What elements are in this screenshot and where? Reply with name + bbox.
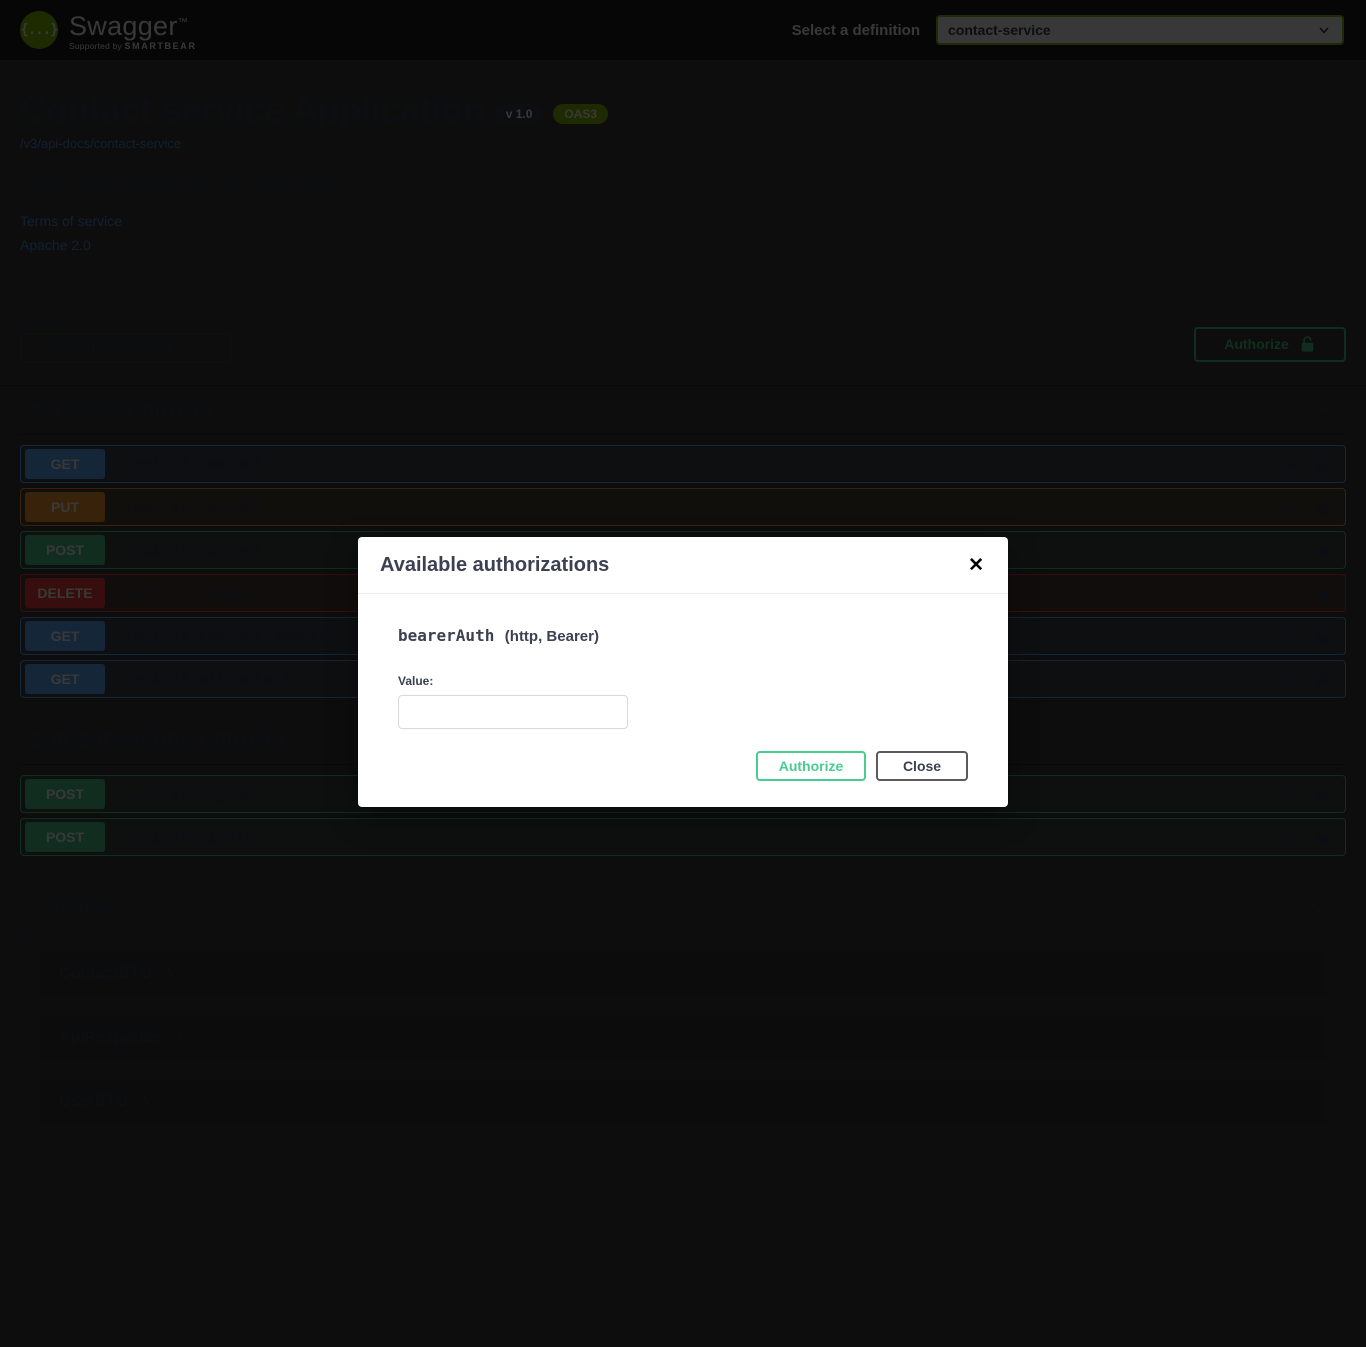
chevron-up-icon[interactable] <box>1303 897 1325 919</box>
schema-name: UserDTO <box>59 1092 129 1110</box>
schemas-header[interactable]: Schemas <box>21 885 1345 932</box>
api-info: Contact service Application v 1.0 OAS3 /… <box>0 60 1366 253</box>
tag-header[interactable]: contact-controller <box>20 386 1346 435</box>
page-title: Contact service Application <box>20 89 485 130</box>
value-label: Value: <box>398 674 434 688</box>
topbar: {...} Swagger™ Supported by SMARTBEAR Se… <box>0 0 1366 60</box>
logo-title: Swagger™ <box>69 11 188 41</box>
http-method-badge: POST <box>25 778 105 809</box>
oas-badge: OAS3 <box>553 103 609 124</box>
unlocked-padlock-icon[interactable] <box>1315 498 1331 516</box>
operation-path: /api/v1/signUp <box>123 784 254 804</box>
unlocked-padlock-icon[interactable] <box>1315 828 1331 846</box>
operation-path: /api/v1/contact <box>123 540 263 560</box>
chevron-down-icon <box>1316 22 1332 38</box>
schemas-title: Schemas <box>41 898 112 916</box>
chevron-down-icon[interactable] <box>1281 497 1301 517</box>
scheme-name: bearerAuth <box>398 626 495 645</box>
close-icon[interactable]: ✕ <box>966 556 986 575</box>
security-scheme-heading: bearerAuth (http, Bearer) <box>398 626 968 646</box>
chevron-right-icon[interactable] <box>172 1031 186 1045</box>
schema-item-contactdto[interactable]: ContactDTO <box>41 951 1325 996</box>
unlocked-padlock-icon[interactable] <box>1315 541 1331 559</box>
unlocked-padlock-icon[interactable] <box>1315 670 1331 688</box>
schema-item-apiresponse[interactable]: ApiResponse <box>41 1015 1325 1060</box>
tag-name: contact-controller <box>30 395 215 423</box>
schema-name: ContactDTO <box>59 964 153 982</box>
http-method-badge: GET <box>25 663 105 694</box>
unlocked-padlock-icon[interactable] <box>1315 455 1331 473</box>
schema-name: ApiResponse <box>59 1028 162 1046</box>
definition-select-value: contact-service <box>948 22 1051 38</box>
chevron-up-icon[interactable] <box>1314 729 1336 751</box>
chevron-down-icon[interactable] <box>1281 669 1301 689</box>
chevron-down-icon[interactable] <box>1281 827 1301 847</box>
schemas-section: Schemas ContactDTO ApiResponse UserDTO <box>20 883 1346 1145</box>
bearer-value-input[interactable] <box>398 695 628 729</box>
tag-name: authentication-controller <box>30 725 287 753</box>
http-method-badge: GET <box>25 448 105 479</box>
api-docs-link[interactable]: /v3/api-docs/contact-service <box>20 136 181 151</box>
modal-authorize-button[interactable]: Authorize <box>756 751 866 781</box>
operation-path: /api/v1/allContact <box>123 669 291 689</box>
chevron-up-icon[interactable] <box>1314 399 1336 421</box>
operation-path: /api/v1/contact/search <box>123 626 329 646</box>
unlocked-padlock-icon <box>1299 335 1316 354</box>
operation-path: /api/v1/signIn <box>123 827 254 847</box>
modal-header: Available authorizations ✕ <box>358 537 1008 594</box>
chevron-right-icon[interactable] <box>139 1095 153 1109</box>
logo-subtitle: Supported by SMARTBEAR <box>69 41 197 51</box>
chevron-down-icon[interactable] <box>1281 626 1301 646</box>
unlocked-padlock-icon[interactable] <box>1315 584 1331 602</box>
terms-of-service-link[interactable]: Terms of service <box>20 213 1346 229</box>
unlocked-padlock-icon[interactable] <box>1315 785 1331 803</box>
operation-row-post-signin[interactable]: POST /api/v1/signIn <box>20 817 1346 856</box>
scheme-type: (http, Bearer) <box>504 628 599 645</box>
operation-row-get-contact[interactable]: GET /api/v1/contact <box>20 444 1346 483</box>
swagger-mark-icon: {...} <box>20 11 59 49</box>
available-authorizations-modal: Available authorizations ✕ bearerAuth (h… <box>358 537 1008 807</box>
select-definition-label: Select a definition <box>791 21 920 39</box>
server-select-value: / - Default Server URL <box>32 339 176 356</box>
server-select[interactable]: / - Default Server URL <box>20 332 232 363</box>
authorize-button[interactable]: Authorize <box>1194 326 1346 362</box>
schema-item-userdto[interactable]: UserDTO <box>41 1079 1325 1124</box>
authorize-button-label: Authorize <box>1224 336 1289 353</box>
servers-label: Servers <box>20 314 65 329</box>
chevron-down-icon[interactable] <box>1281 583 1301 603</box>
chevron-right-icon[interactable] <box>163 967 177 981</box>
operation-row-put-contact[interactable]: PUT /api/v1/contact <box>20 487 1346 526</box>
version-badge: v 1.0 <box>494 103 544 124</box>
http-method-badge: DELETE <box>25 577 105 608</box>
chevron-down-icon[interactable] <box>1281 454 1301 474</box>
operation-path: /api/v1/contact <box>123 454 263 474</box>
chevron-down-icon <box>204 340 220 356</box>
modal-close-button[interactable]: Close <box>876 751 968 781</box>
modal-title: Available authorizations <box>380 554 610 576</box>
operation-path: /api/v1/contact <box>123 583 263 603</box>
http-method-badge: POST <box>25 534 105 565</box>
modal-body: bearerAuth (http, Bearer) Value: Authori… <box>358 594 1008 807</box>
license-link[interactable]: Apache 2.0 <box>20 237 1346 253</box>
chevron-down-icon[interactable] <box>1281 540 1301 560</box>
http-method-badge: POST <box>25 821 105 852</box>
operation-path: /api/v1/contact <box>123 497 263 517</box>
swagger-logo[interactable]: {...} Swagger™ Supported by SMARTBEAR <box>20 9 196 51</box>
api-description: Contact service Application with JWT aut… <box>20 179 341 196</box>
unlocked-padlock-icon[interactable] <box>1315 627 1331 645</box>
definition-select[interactable]: contact-service <box>936 15 1344 45</box>
http-method-badge: GET <box>25 620 105 651</box>
servers-bar: Servers / - Default Server URL Authorize <box>0 315 1366 386</box>
chevron-down-icon[interactable] <box>1281 784 1301 804</box>
http-method-badge: PUT <box>25 491 105 522</box>
